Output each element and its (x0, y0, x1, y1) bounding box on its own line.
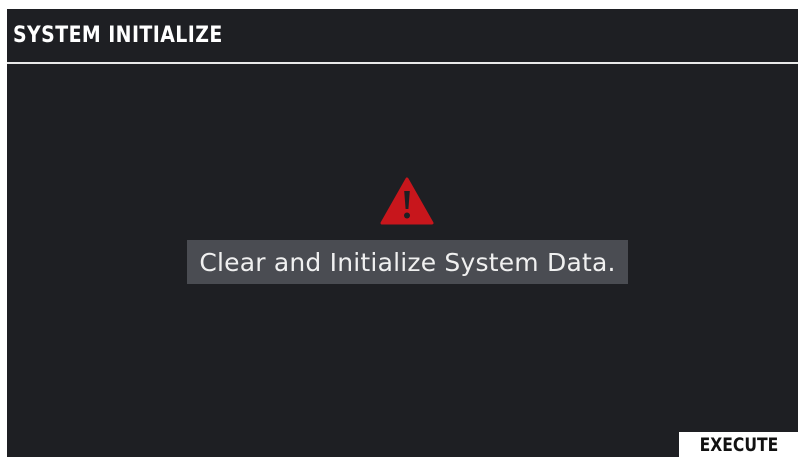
title-bar: SYSTEM INITIALIZE (7, 9, 798, 64)
message-box: Clear and Initialize System Data. (187, 240, 628, 284)
page-title: SYSTEM INITIALIZE (13, 23, 223, 48)
message-text: Clear and Initialize System Data. (199, 247, 616, 277)
warning-triangle-icon (380, 177, 434, 225)
execute-button[interactable]: EXECUTE (679, 432, 798, 457)
execute-button-label: EXECUTE (699, 433, 778, 456)
device-screen: SYSTEM INITIALIZE Clear and Initialize S… (7, 9, 798, 457)
